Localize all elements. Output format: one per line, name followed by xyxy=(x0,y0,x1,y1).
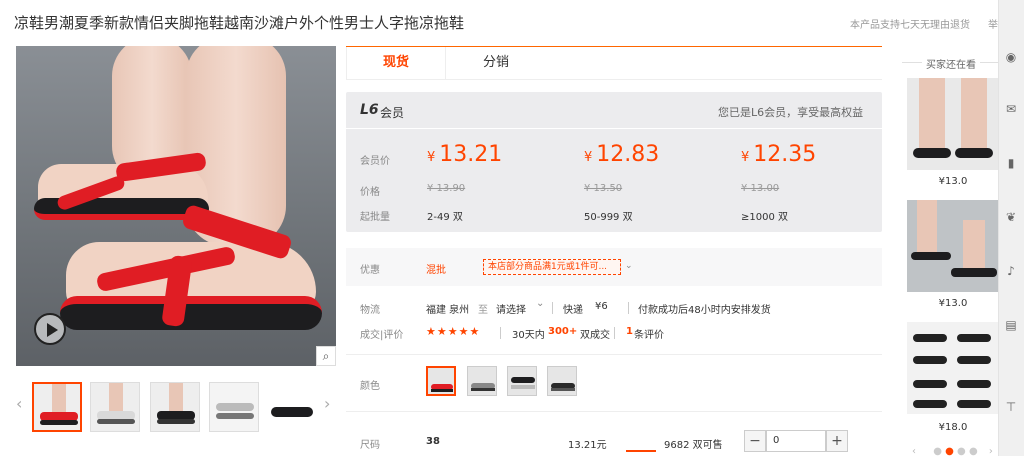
original-price-tier-2: ¥ 13.50 xyxy=(584,183,623,194)
destination-chevron-icon[interactable]: ⌄ xyxy=(536,298,544,309)
color-label: 颜色 xyxy=(360,381,380,392)
play-video-button[interactable] xyxy=(34,313,66,345)
back-to-top-icon[interactable]: ⊤ xyxy=(1004,400,1018,414)
mixed-batch-tag: 混批 xyxy=(426,265,446,276)
quantity-plus-button[interactable]: + xyxy=(826,430,848,452)
deals-count: 300+ xyxy=(548,326,578,337)
size-stock: 9682 双可售 xyxy=(664,440,723,451)
ship-note: 付款成功后48小时内安排发货 xyxy=(638,305,771,316)
ship-fee: ¥6 xyxy=(595,301,608,312)
mail-icon[interactable]: ✉ xyxy=(1004,102,1018,116)
color-swatch-black[interactable] xyxy=(507,366,537,396)
clipboard-icon[interactable]: ▤ xyxy=(1004,318,1018,332)
quantity-minus-button[interactable]: − xyxy=(744,430,766,452)
original-price-tier-3: ¥ 13.00 xyxy=(741,183,780,194)
divider xyxy=(628,302,629,314)
recommend-image-3[interactable] xyxy=(907,322,999,414)
pager-dot-active[interactable]: ● xyxy=(945,446,954,457)
thumb-prev-icon[interactable]: ‹ xyxy=(16,394,22,413)
size-price: 13.21元 xyxy=(568,440,607,451)
quantity-input[interactable]: 0 xyxy=(766,430,826,452)
recommend-image-2[interactable] xyxy=(907,200,999,292)
original-price-tier-1: ¥ 13.90 xyxy=(427,183,466,194)
promo-label: 优惠 xyxy=(360,265,380,276)
member-level: L6 xyxy=(360,102,379,118)
pager-dot[interactable]: ● xyxy=(957,446,966,457)
sandal-front-sole xyxy=(60,296,322,330)
thumbnail-4[interactable] xyxy=(209,382,259,432)
footprint-icon[interactable]: ❦ xyxy=(1004,210,1018,224)
original-price-label: 价格 xyxy=(360,187,380,198)
member-price-tier-1: ¥13.21 xyxy=(427,142,503,167)
ship-method: 快递 xyxy=(563,305,583,316)
coupon-badge[interactable]: 本店部分商品满1元或1件可... xyxy=(483,259,621,275)
side-toolbar xyxy=(998,0,1024,456)
size-label: 尺码 xyxy=(360,440,380,451)
thumbnail-1[interactable] xyxy=(32,382,82,432)
member-price-label: 会员价 xyxy=(360,156,390,167)
focus-indicator xyxy=(626,450,656,452)
product-title: 凉鞋男潮夏季新款情侣夹脚拖鞋越南沙滩户外个性男士人字拖凉拖鞋 xyxy=(14,14,465,32)
thumb-next-icon[interactable]: › xyxy=(324,394,330,413)
deals-period: 30天内 xyxy=(512,330,545,341)
divider xyxy=(552,302,553,314)
color-swatch-red[interactable] xyxy=(426,366,456,396)
pager-dot[interactable]: ● xyxy=(969,446,978,457)
thumbnail-5[interactable] xyxy=(266,382,316,432)
member-price-tier-3: ¥12.35 xyxy=(741,142,817,167)
ship-destination-select[interactable]: 请选择 xyxy=(496,301,526,316)
recommend-prev-icon[interactable]: ‹ xyxy=(912,446,916,457)
member-price-tier-2: ¥12.83 xyxy=(584,142,660,167)
recommend-pager[interactable]: ‹ ● ● ● ● › xyxy=(912,446,993,457)
size-value: 38 xyxy=(426,436,440,447)
deals-label: 成交|评价 xyxy=(360,330,404,341)
tab-spot-goods[interactable]: 现货 xyxy=(346,47,446,79)
divider xyxy=(500,327,501,339)
rating-stars: ★★★★★ xyxy=(426,325,481,338)
member-tip: 您已是L6会员，享受最高权益 xyxy=(718,106,864,119)
recommend-price-2: ¥13.0 xyxy=(938,298,968,309)
divider xyxy=(614,327,615,339)
ship-to-word: 至 xyxy=(478,305,488,316)
recommend-price-3: ¥18.0 xyxy=(938,422,968,433)
member-level-suffix: 会员 xyxy=(380,106,405,120)
user-icon[interactable]: ◉ xyxy=(1004,50,1018,64)
report-link[interactable]: 举 xyxy=(988,16,998,31)
main-product-image[interactable] xyxy=(16,46,336,366)
member-divider xyxy=(346,128,882,129)
buyers-also-viewed-title: 买家还在看 xyxy=(922,56,980,71)
thumbnail-2[interactable] xyxy=(90,382,140,432)
review-unit[interactable]: 条评价 xyxy=(634,326,664,341)
deals-unit: 双成交 xyxy=(580,330,610,341)
min-quantity-label: 起批量 xyxy=(360,212,390,223)
ship-from: 福建 泉州 xyxy=(426,305,470,316)
bookmark-icon[interactable]: ▮ xyxy=(1004,156,1018,170)
tab-distribution[interactable]: 分销 xyxy=(446,47,546,79)
recommend-next-icon[interactable]: › xyxy=(989,446,993,457)
return-policy-text: 本产品支持七天无理由退货 xyxy=(850,20,970,31)
thumbnail-3[interactable] xyxy=(150,382,200,432)
min-quantity-tier-2: 50-999 双 xyxy=(584,212,633,223)
review-count[interactable]: 1 xyxy=(626,326,633,337)
min-quantity-tier-1: 2-49 双 xyxy=(427,212,463,223)
recommend-image-1[interactable] xyxy=(907,78,999,170)
tabs-bottom-line xyxy=(346,79,882,80)
shipping-label: 物流 xyxy=(360,305,380,316)
color-swatch-brown[interactable] xyxy=(547,366,577,396)
recommend-price-1: ¥13.0 xyxy=(938,176,968,187)
pager-dot[interactable]: ● xyxy=(933,446,942,457)
color-swatch-grey[interactable] xyxy=(467,366,497,396)
chevron-down-icon[interactable]: ⌄ xyxy=(625,261,633,271)
bell-icon[interactable]: ♪ xyxy=(1004,264,1018,278)
magnifier-icon[interactable]: ⌕ xyxy=(316,346,336,366)
min-quantity-tier-3: ≥1000 双 xyxy=(741,212,789,223)
